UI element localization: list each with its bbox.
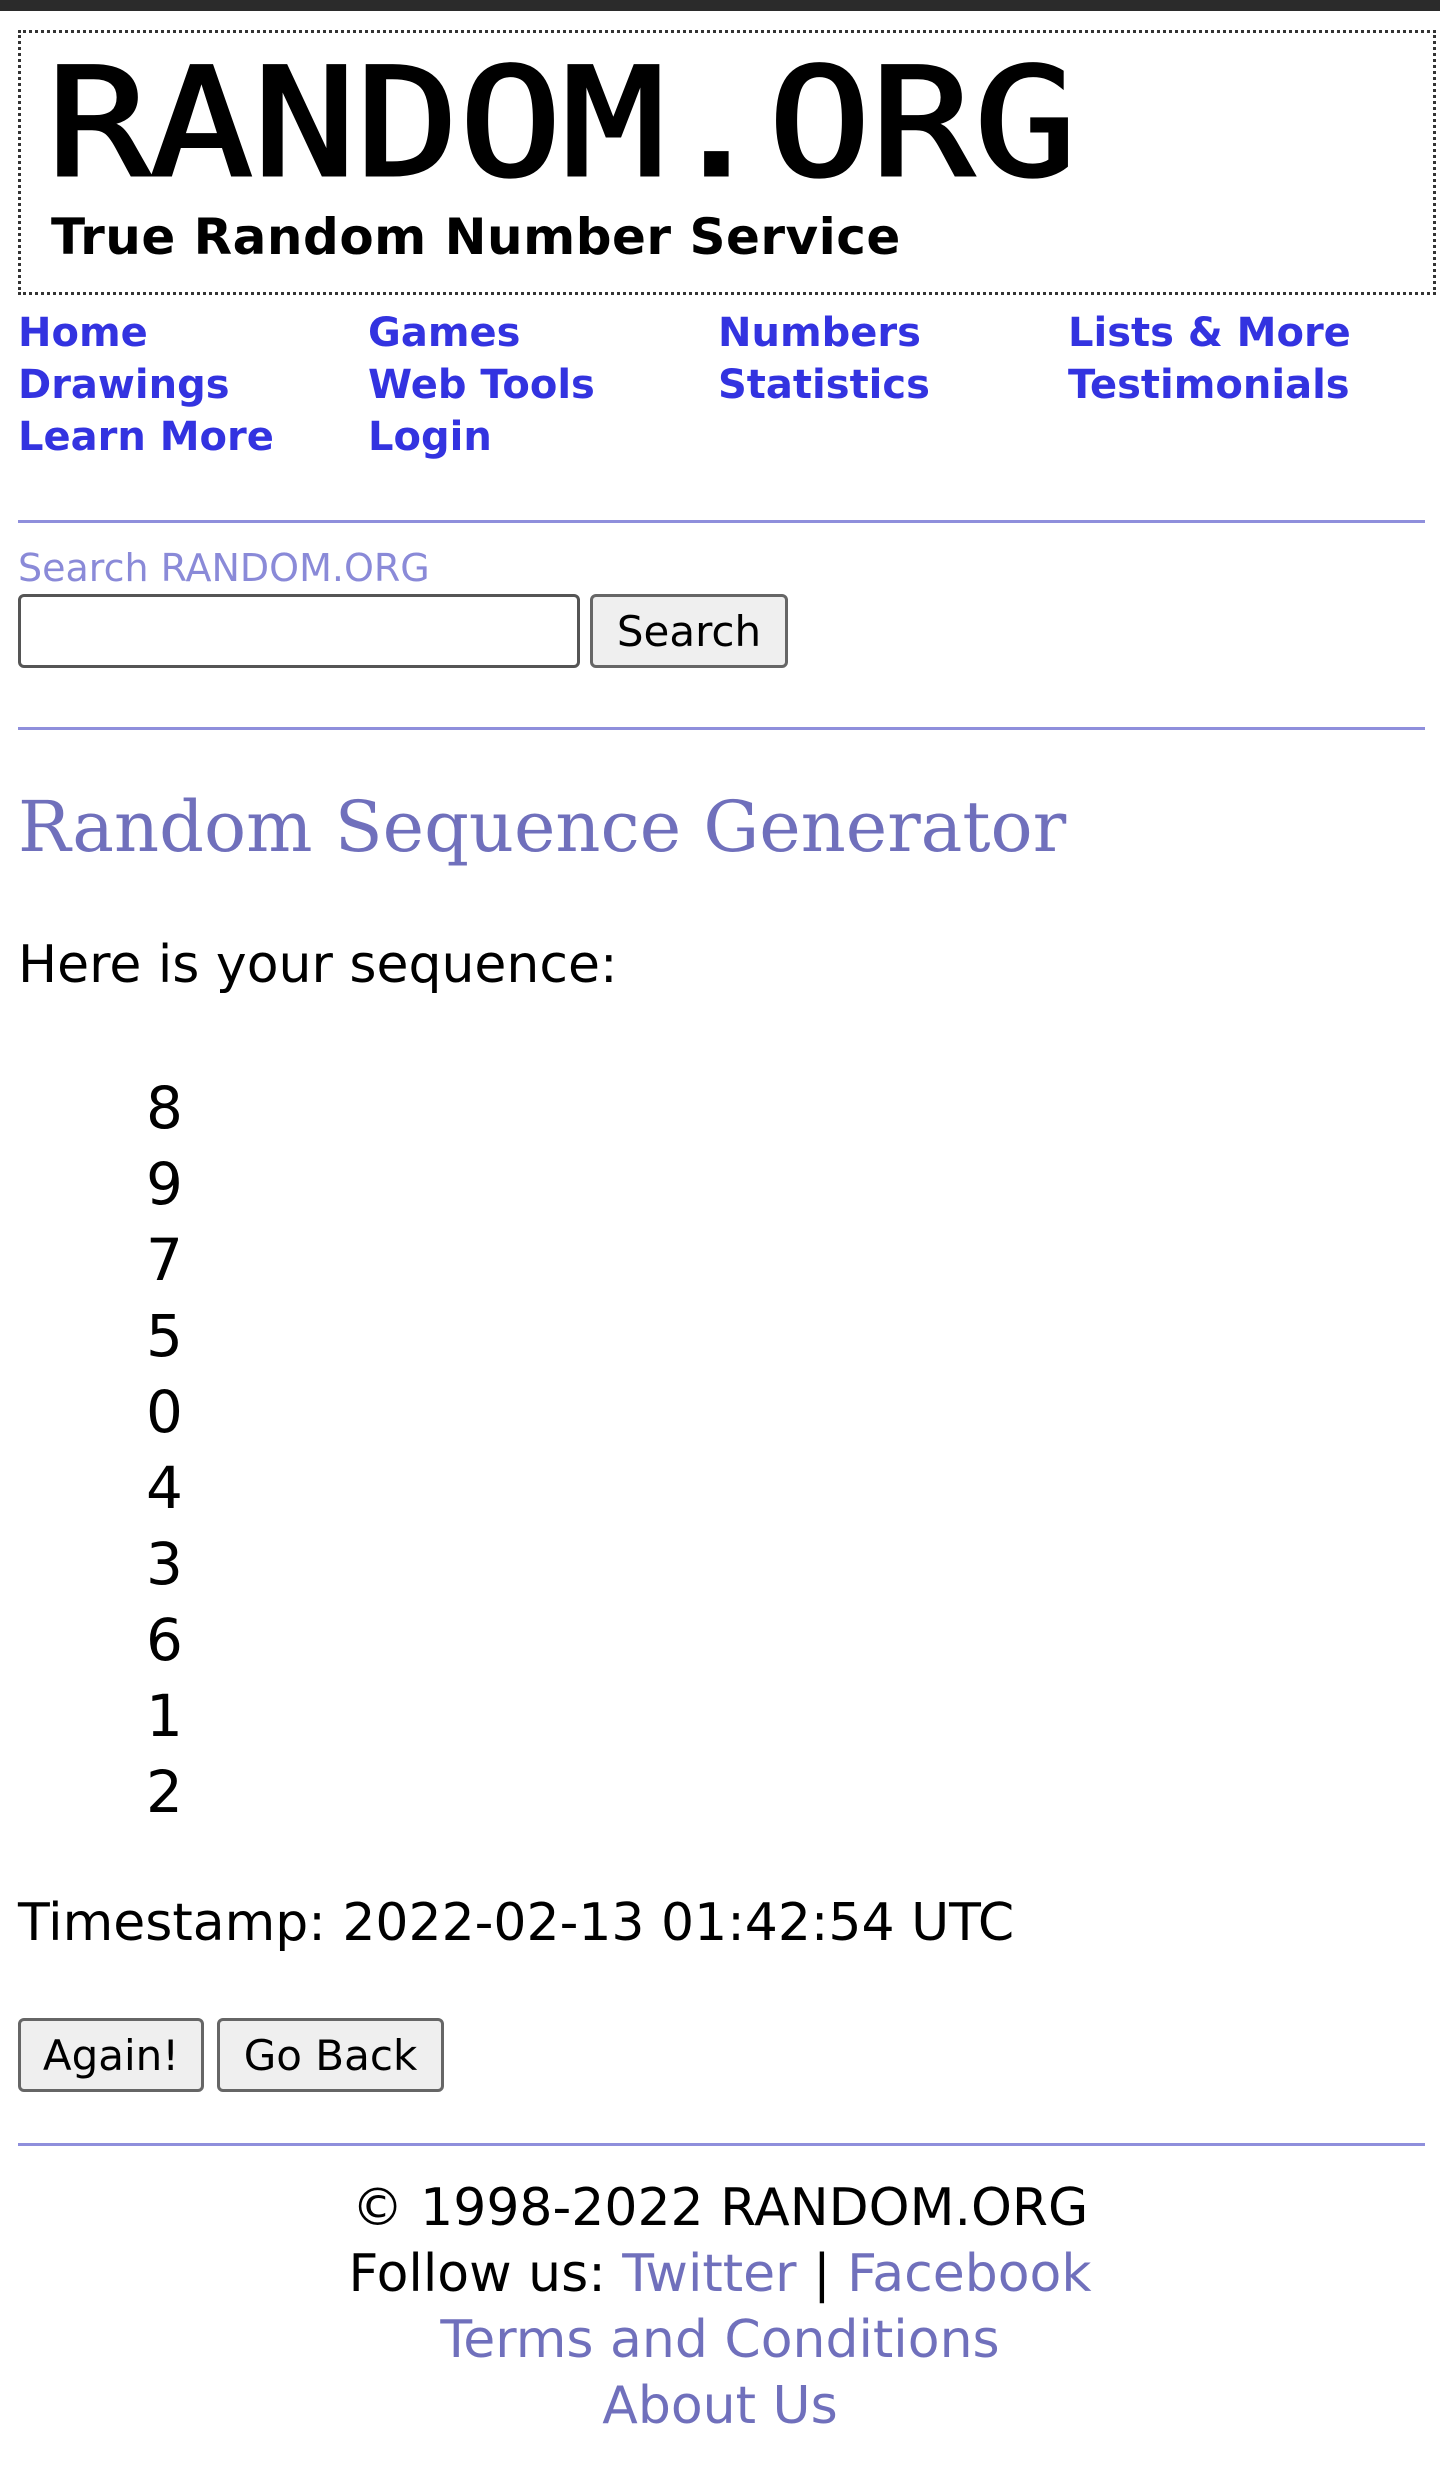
nav-numbers[interactable]: Numbers xyxy=(718,310,921,356)
sequence-intro: Here is your sequence: xyxy=(18,935,618,995)
nav-home[interactable]: Home xyxy=(18,310,148,356)
nav-games[interactable]: Games xyxy=(368,310,520,356)
sequence-item: 0 xyxy=(146,1378,183,1446)
sequence-item: 7 xyxy=(146,1226,183,1294)
sequence-item: 4 xyxy=(146,1454,183,1522)
nav-learn-more[interactable]: Learn More xyxy=(18,414,274,460)
again-button[interactable]: Again! xyxy=(18,2018,204,2092)
copyright: © 1998-2022 RANDOM.ORG xyxy=(351,2178,1089,2238)
timestamp: Timestamp: 2022-02-13 01:42:54 UTC xyxy=(18,1893,1015,1953)
nav-web-tools[interactable]: Web Tools xyxy=(368,362,595,408)
divider xyxy=(18,520,1425,523)
search-label: Search RANDOM.ORG xyxy=(18,546,430,590)
top-bar xyxy=(0,0,1440,11)
search-input[interactable] xyxy=(18,594,580,668)
terms-link[interactable]: Terms and Conditions xyxy=(440,2310,999,2370)
link-separator: | xyxy=(796,2244,848,2304)
sequence-item: 2 xyxy=(146,1758,183,1826)
logo-graphic: RANDOM.ORG xyxy=(47,43,1079,193)
divider xyxy=(18,2143,1425,2146)
nav-login[interactable]: Login xyxy=(368,414,492,460)
nav-drawings[interactable]: Drawings xyxy=(18,362,230,408)
about-us-link[interactable]: About Us xyxy=(602,2376,837,2436)
tagline: True Random Number Service xyxy=(51,208,901,266)
twitter-link[interactable]: Twitter xyxy=(622,2244,796,2304)
divider xyxy=(18,727,1425,730)
sequence-item: 8 xyxy=(146,1074,183,1142)
search-button[interactable]: Search xyxy=(590,594,788,668)
sequence-item: 1 xyxy=(146,1682,183,1750)
sequence-item: 9 xyxy=(146,1150,183,1218)
sequence-item: 6 xyxy=(146,1606,183,1674)
page-title: Random Sequence Generator xyxy=(18,786,1067,868)
follow-us-label: Follow us: xyxy=(348,2244,623,2304)
nav-testimonials[interactable]: Testimonials xyxy=(1068,362,1350,408)
site-header: RANDOM.ORG True Random Number Service xyxy=(18,30,1436,295)
facebook-link[interactable]: Facebook xyxy=(847,2244,1091,2304)
random-org-logo[interactable]: RANDOM.ORG xyxy=(47,43,1097,193)
sequence-item: 5 xyxy=(146,1302,183,1370)
sequence-list: 8 9 7 5 0 4 3 6 1 2 xyxy=(146,1070,183,1830)
nav-statistics[interactable]: Statistics xyxy=(718,362,930,408)
follow-us: Follow us: Twitter | Facebook xyxy=(0,2241,1440,2307)
svg-text:RANDOM.ORG: RANDOM.ORG xyxy=(47,43,1077,193)
nav-lists-more[interactable]: Lists & More xyxy=(1068,310,1351,356)
go-back-button[interactable]: Go Back xyxy=(217,2018,444,2092)
footer: © 1998-2022 RANDOM.ORG Follow us: Twitte… xyxy=(0,2175,1440,2439)
sequence-item: 3 xyxy=(146,1530,183,1598)
